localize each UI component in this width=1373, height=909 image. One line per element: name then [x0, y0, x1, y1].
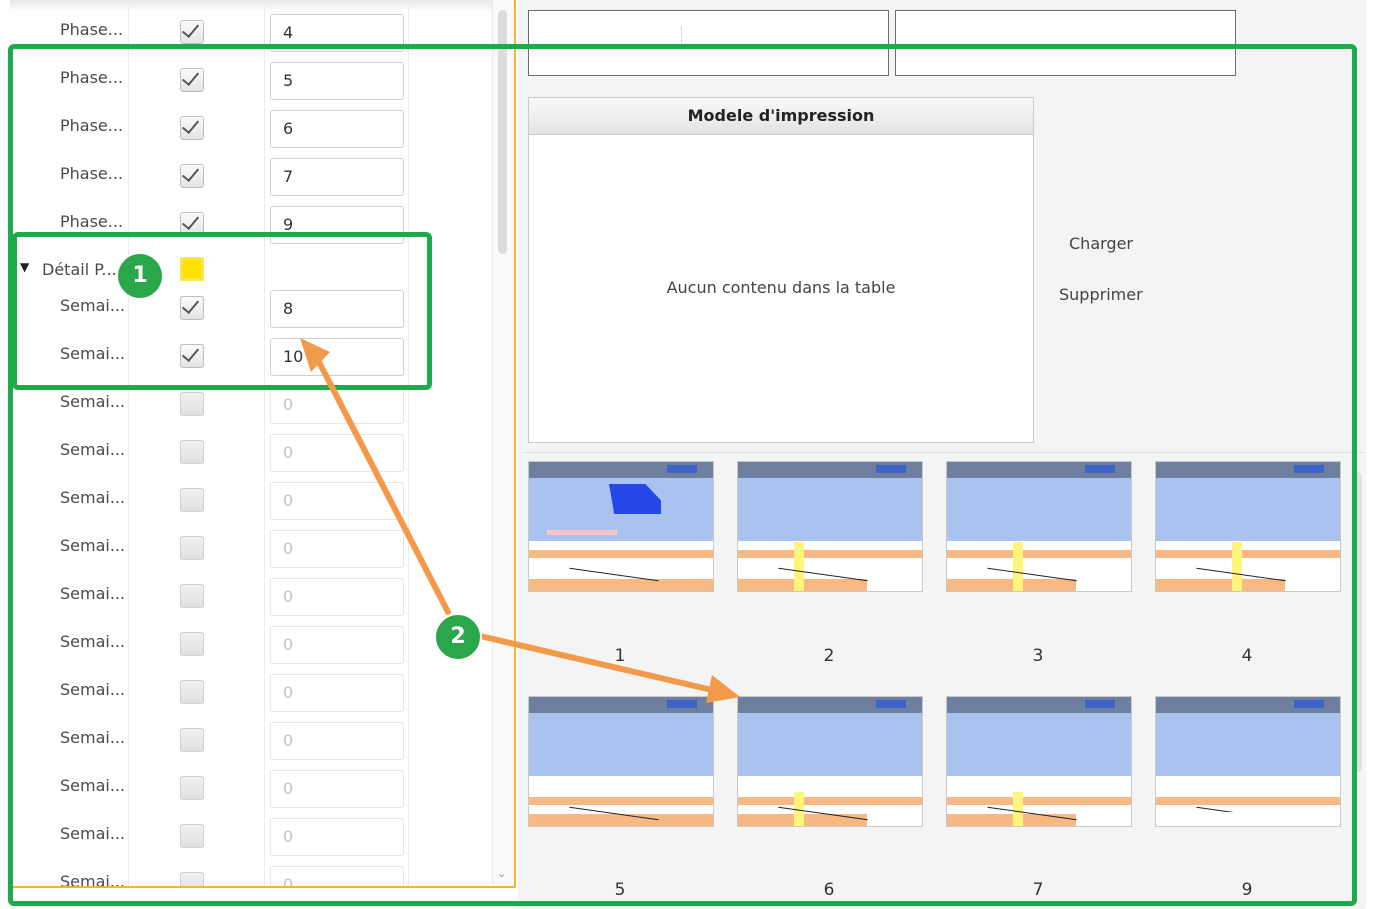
step-badge-2: 2 — [434, 613, 482, 661]
arrow-to-thumbnail — [477, 633, 715, 693]
annotation-arrows — [300, 338, 740, 703]
arrow-to-field — [315, 357, 451, 615]
step-badge-1: 1 — [116, 252, 164, 300]
arrowhead-field-icon — [300, 338, 330, 372]
arrowhead-thumb-icon — [706, 675, 740, 703]
